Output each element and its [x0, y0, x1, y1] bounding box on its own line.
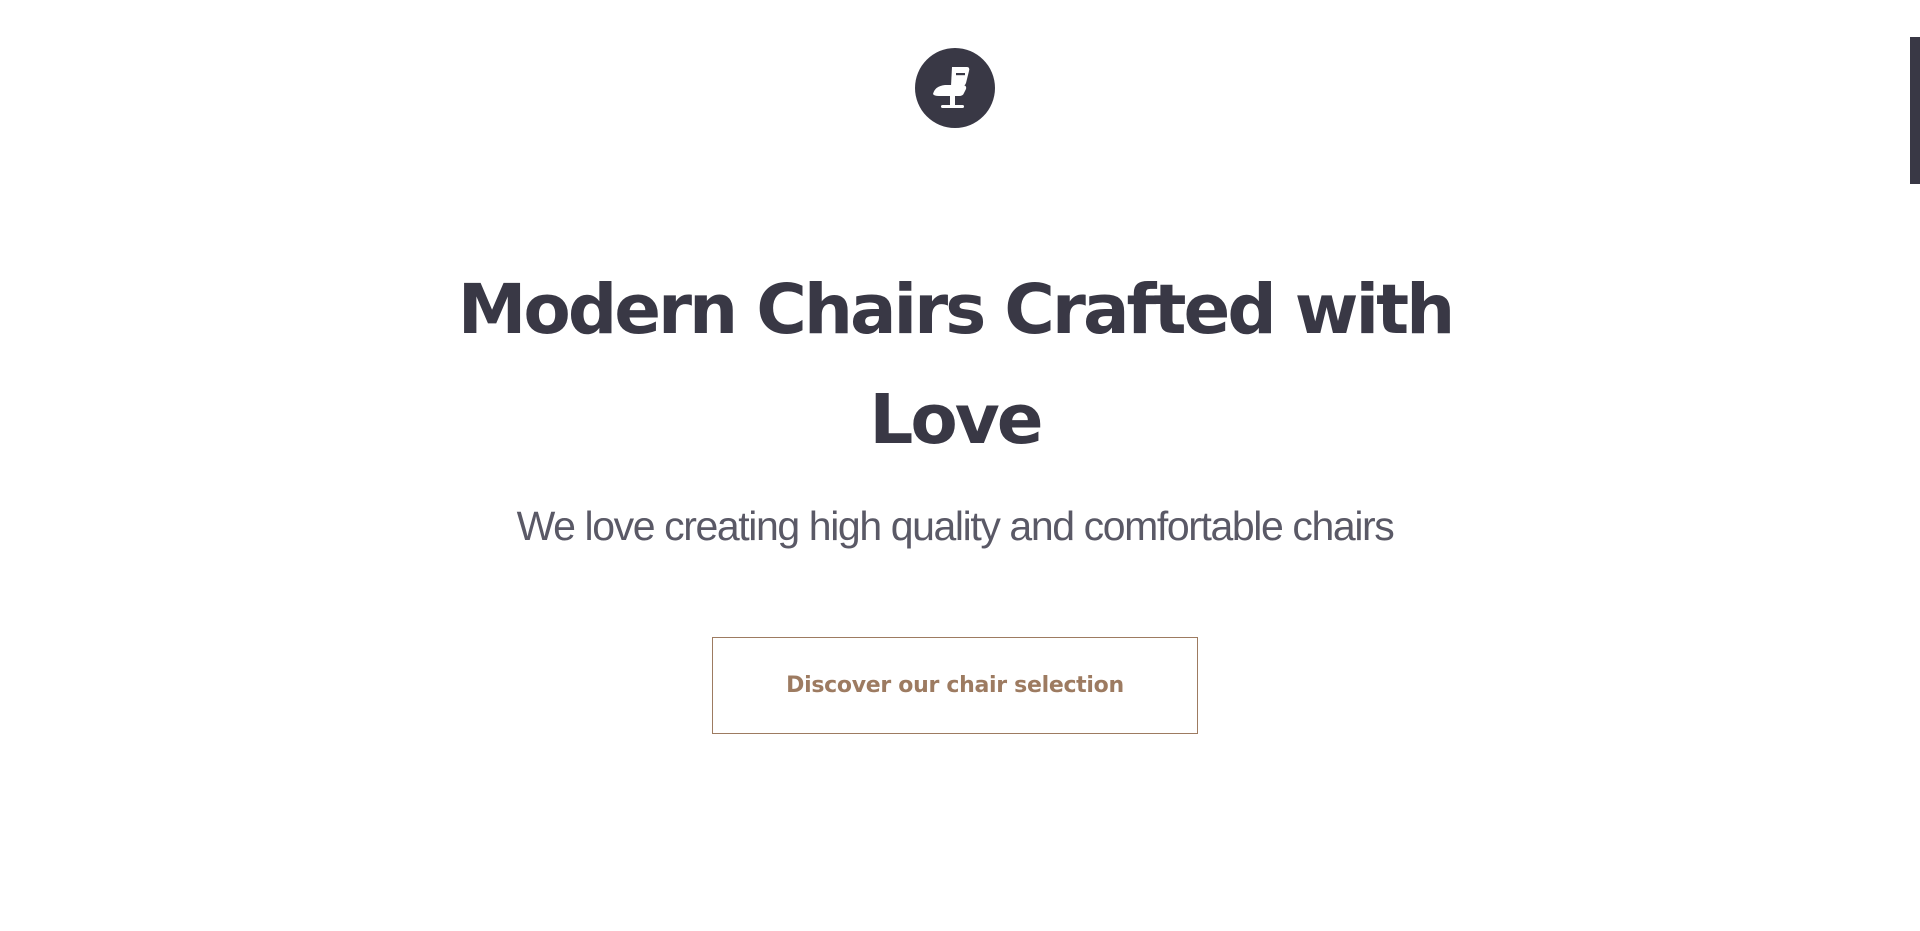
chair-icon [933, 67, 970, 108]
logo[interactable] [915, 48, 995, 128]
discover-chairs-button[interactable]: Discover our chair selection [712, 637, 1198, 734]
side-panel-tab[interactable] [1910, 37, 1920, 184]
hero-subtitle: We love creating high quality and comfor… [516, 503, 1395, 549]
hero-title: Modern Chairs Crafted with Love [457, 270, 1455, 460]
